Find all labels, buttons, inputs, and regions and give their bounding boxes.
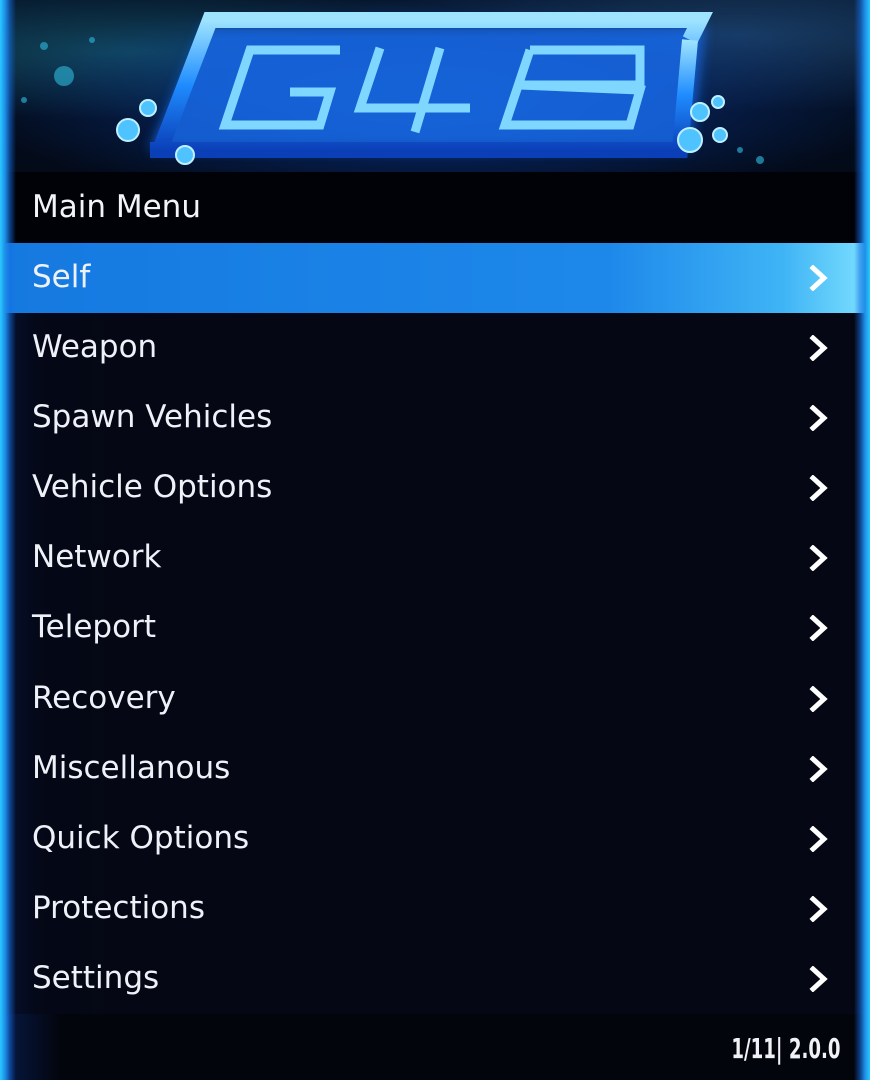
menu-banner <box>0 0 870 172</box>
menu-title: Main Menu <box>32 189 201 225</box>
chevron-right-icon <box>806 965 832 992</box>
chevron-right-icon <box>806 475 832 502</box>
menu-item-label: Self <box>32 259 91 295</box>
menu-item-label: Recovery <box>32 679 176 716</box>
menu-border-right <box>854 0 870 1080</box>
menu-item-teleport[interactable]: Teleport <box>0 593 870 663</box>
menu-item-spawn-vehicles[interactable]: Spawn Vehicles <box>0 383 870 453</box>
menu-footer-info: 1/11| 2.0.0 <box>730 1032 840 1065</box>
menu-item-recovery[interactable]: Recovery <box>0 664 870 734</box>
menu-item-miscellanous[interactable]: Miscellanous <box>0 734 870 804</box>
menu-item-list: Self Weapon Spawn Vehicles Vehicle Optio… <box>0 243 870 1014</box>
menu-item-label: Quick Options <box>32 819 250 856</box>
chevron-right-icon <box>806 685 832 712</box>
chevron-right-icon <box>806 545 832 572</box>
menu-item-network[interactable]: Network <box>0 523 870 593</box>
menu-item-label: Vehicle Options <box>32 469 273 506</box>
menu-item-vehicle-options[interactable]: Vehicle Options <box>0 453 870 523</box>
menu-item-quick-options[interactable]: Quick Options <box>0 804 870 874</box>
menu-item-label: Spawn Vehicles <box>32 399 273 436</box>
chevron-right-icon <box>806 335 832 362</box>
mod-menu-panel: Main Menu Self Weapon Spawn Vehicles Veh… <box>0 0 870 1080</box>
menu-item-weapon[interactable]: Weapon <box>0 313 870 383</box>
menu-border-left <box>0 0 16 1080</box>
menu-item-label: Teleport <box>32 609 156 646</box>
menu-item-self[interactable]: Self <box>0 243 870 314</box>
chevron-right-icon <box>806 895 832 922</box>
chevron-right-icon <box>806 825 832 852</box>
menu-footer: 1/11| 2.0.0 <box>0 1014 870 1080</box>
chevron-right-icon <box>806 615 832 642</box>
chevron-right-icon <box>806 755 832 782</box>
logo-icon <box>21 11 764 165</box>
menu-item-protections[interactable]: Protections <box>0 874 870 944</box>
menu-item-label: Weapon <box>32 329 158 366</box>
chevron-right-icon <box>806 265 832 291</box>
menu-title-bar: Main Menu <box>14 172 856 243</box>
menu-item-label: Settings <box>32 959 160 996</box>
menu-item-settings[interactable]: Settings <box>0 944 870 1014</box>
menu-item-label: Protections <box>32 889 205 926</box>
menu-item-label: Miscellanous <box>32 749 231 786</box>
chevron-right-icon <box>806 405 832 432</box>
menu-item-label: Network <box>32 539 162 576</box>
